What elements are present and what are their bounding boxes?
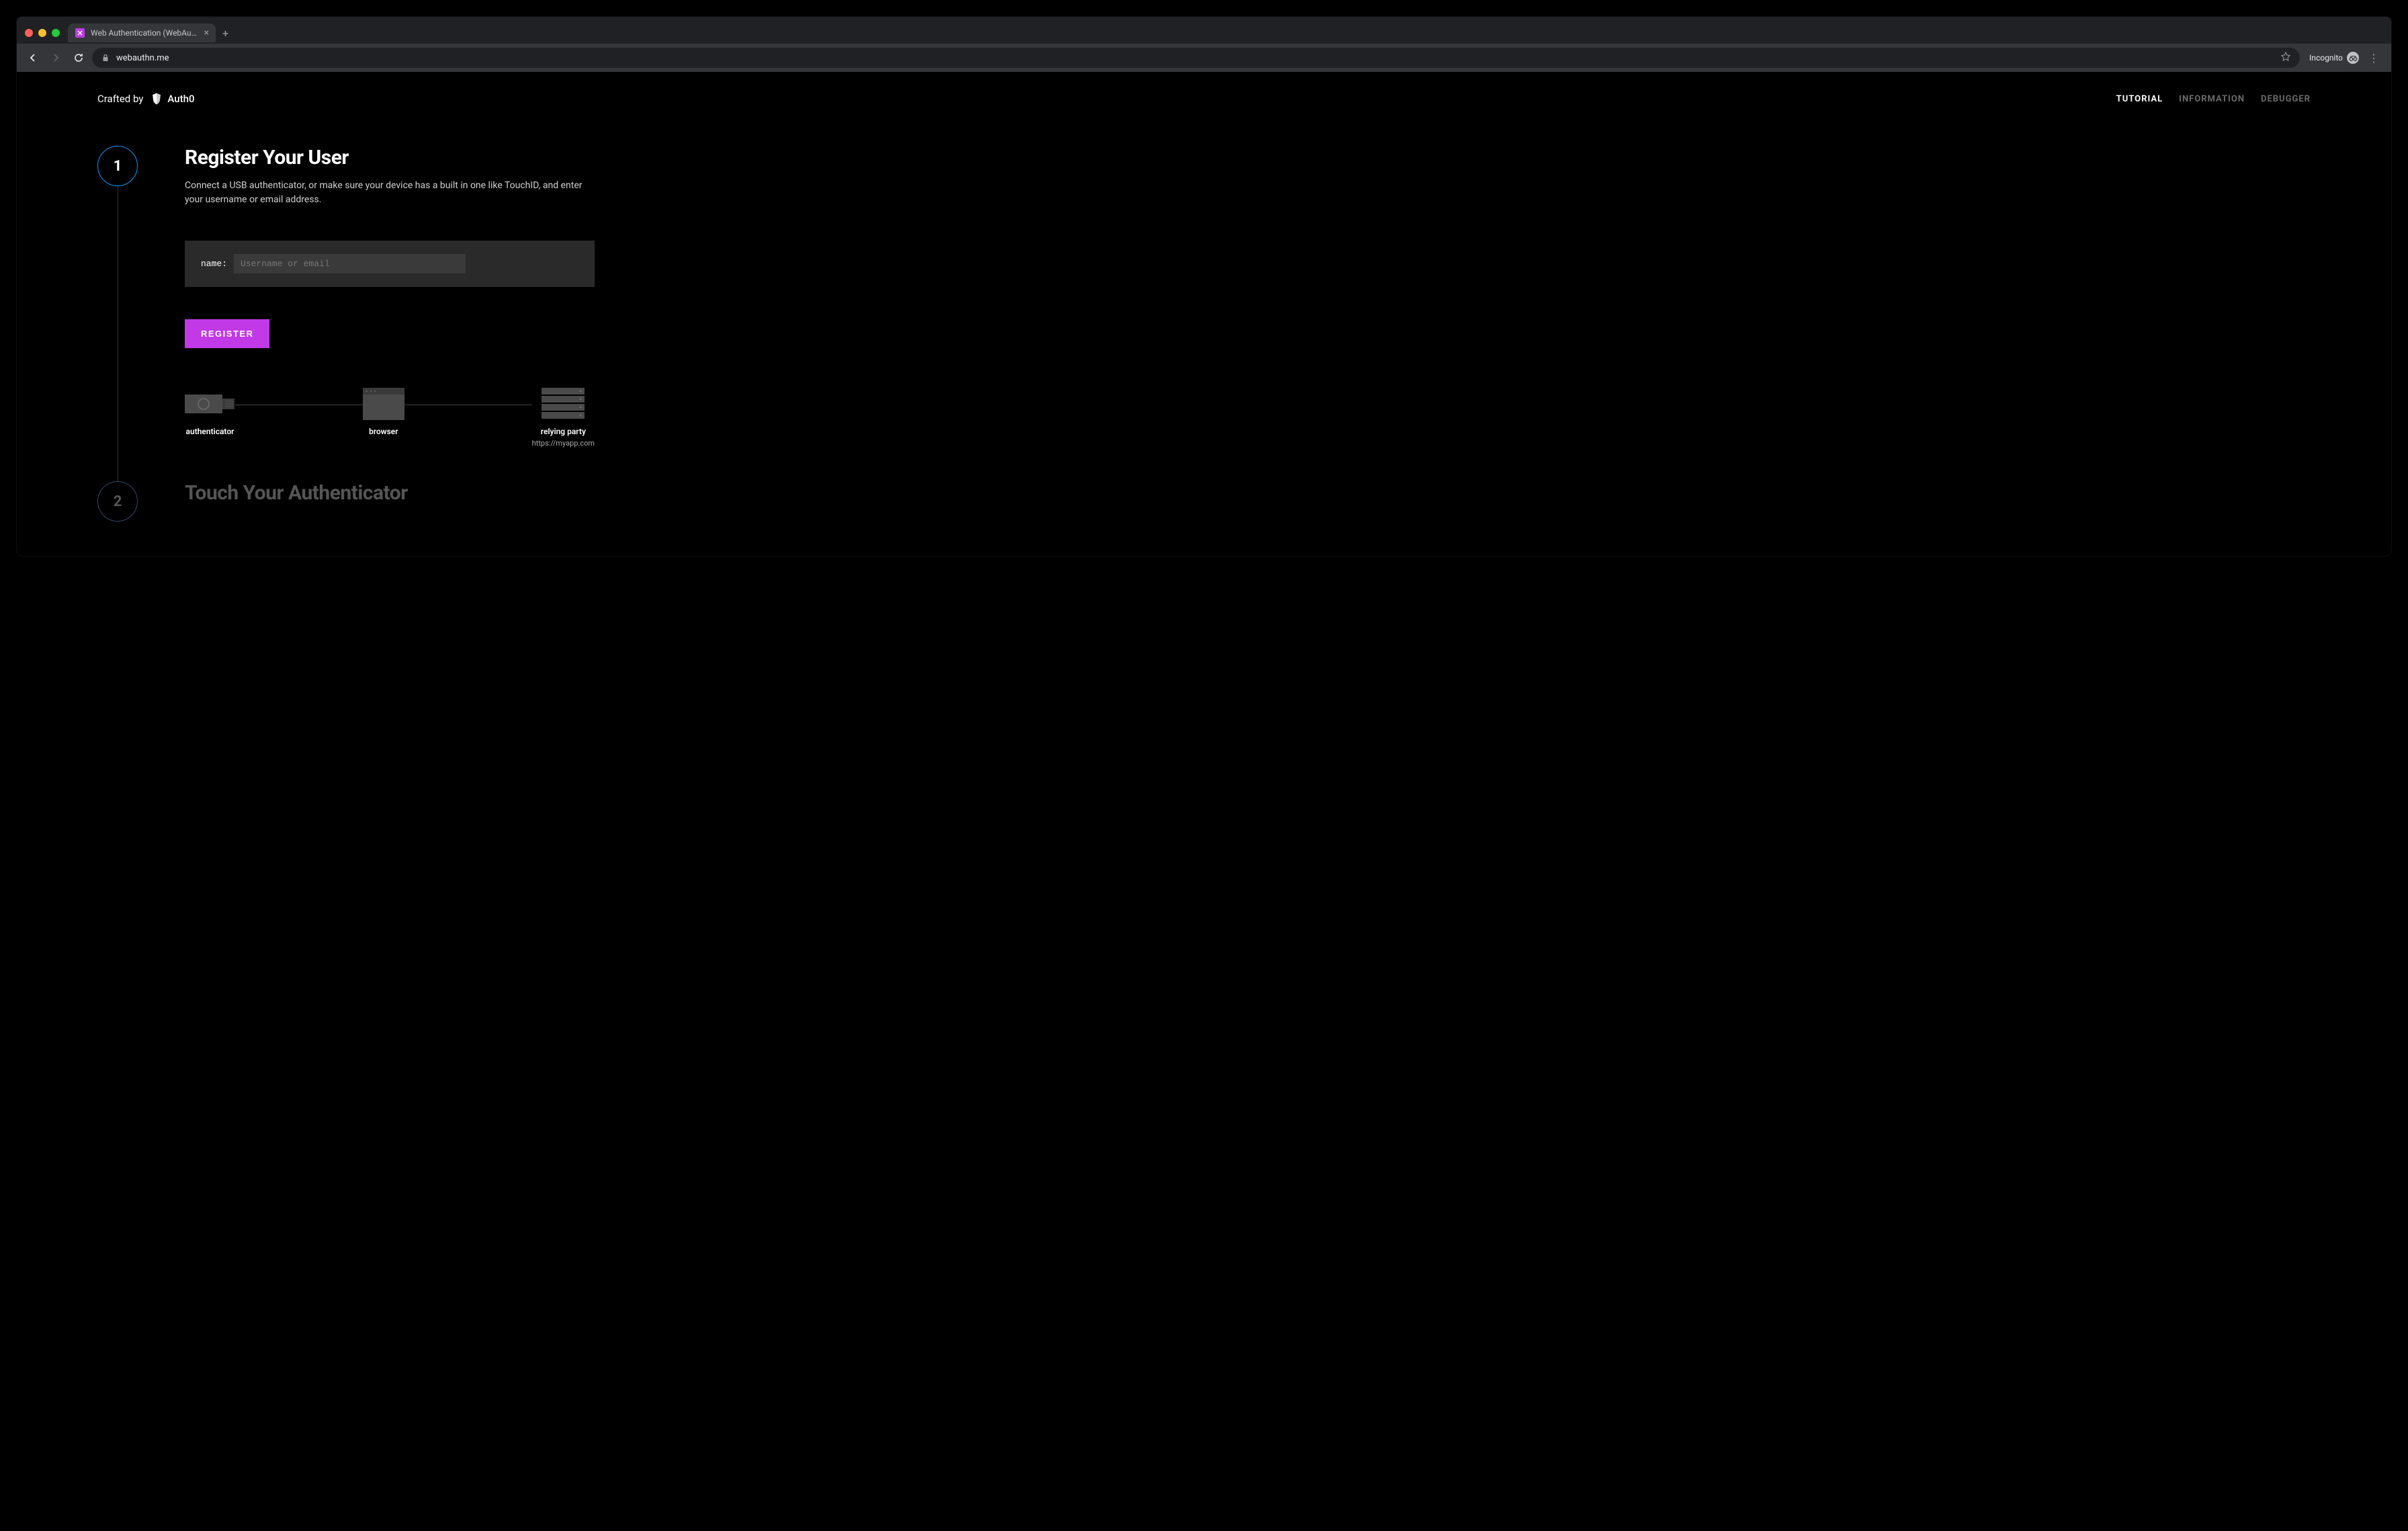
window-close-button[interactable] <box>25 29 33 37</box>
incognito-icon <box>2347 52 2359 64</box>
crafted-by-label: Crafted by <box>97 93 143 105</box>
step-1-description: Connect a USB authenticator, or make sur… <box>185 179 595 207</box>
step-2-content: Touch Your Authenticator <box>185 481 595 514</box>
name-input-box: name: <box>185 241 595 287</box>
new-tab-button[interactable]: + <box>216 24 235 42</box>
browser-window: Web Authentication (WebAuthn... × + weba… <box>17 17 2391 556</box>
nav-tutorial[interactable]: TUTORIAL <box>2116 94 2163 104</box>
address-bar: webauthn.me Incognito ⋮ <box>17 44 2391 72</box>
tab-title: Web Authentication (WebAuthn... <box>91 28 199 38</box>
forward-button[interactable] <box>46 50 65 66</box>
step-1: 1 Register Your User Connect a USB authe… <box>97 146 2311 448</box>
diagram-relying-party: relying party https://myapp.com <box>532 388 595 448</box>
nav-debugger[interactable]: DEBUGGER <box>2261 94 2311 104</box>
window-controls <box>25 29 60 37</box>
main-nav: TUTORIAL INFORMATION DEBUGGER <box>2116 94 2311 104</box>
window-minimize-button[interactable] <box>38 29 46 37</box>
username-input[interactable] <box>234 254 466 274</box>
browser-menu-button[interactable]: ⋮ <box>2363 49 2384 67</box>
lock-icon <box>101 54 110 62</box>
back-button[interactable] <box>24 50 42 66</box>
page-header: Crafted by Auth0 TUTORIAL INFORMATION DE… <box>17 92 2391 106</box>
crafted-by: Crafted by Auth0 <box>97 92 195 106</box>
step-1-number: 1 <box>114 158 122 175</box>
step-2-title: Touch Your Authenticator <box>185 481 595 505</box>
url-field[interactable]: webauthn.me <box>92 48 2300 68</box>
nav-information[interactable]: INFORMATION <box>2179 94 2245 104</box>
register-button[interactable]: REGISTER <box>185 319 269 348</box>
auth0-brand-text: Auth0 <box>167 93 194 105</box>
step-2: 2 Touch Your Authenticator <box>97 481 2311 522</box>
authenticator-icon <box>185 388 235 419</box>
auth0-shield-icon <box>150 92 163 106</box>
bookmark-star-icon[interactable] <box>2281 52 2290 64</box>
name-input-label: name: <box>201 259 227 269</box>
window-maximize-button[interactable] <box>52 29 60 37</box>
page-content: Crafted by Auth0 TUTORIAL INFORMATION DE… <box>17 72 2391 556</box>
step-2-circle: 2 <box>97 481 138 522</box>
step-1-circle: 1 <box>97 146 138 186</box>
relying-party-url: https://myapp.com <box>532 439 595 448</box>
tutorial-area: 1 Register Your User Connect a USB authe… <box>17 146 2391 522</box>
step-number-column: 1 <box>97 146 138 186</box>
step-2-number-column: 2 <box>97 481 138 522</box>
diagram-browser: browser <box>363 388 404 436</box>
relying-party-label: relying party <box>541 427 586 436</box>
incognito-badge: Incognito <box>2309 52 2359 64</box>
flow-diagram: authenticator <box>185 382 595 448</box>
browser-label: browser <box>369 427 398 436</box>
authenticator-label: authenticator <box>186 427 234 436</box>
tab-bar: Web Authentication (WebAuthn... × + <box>17 17 2391 44</box>
reload-button[interactable] <box>69 50 88 66</box>
diagram-authenticator: authenticator <box>185 388 235 436</box>
browser-icon <box>363 388 404 419</box>
step-1-title: Register Your User <box>185 146 595 169</box>
url-text: webauthn.me <box>116 53 2274 63</box>
auth0-logo[interactable]: Auth0 <box>150 92 194 106</box>
step-2-number: 2 <box>114 493 122 510</box>
browser-tab[interactable]: Web Authentication (WebAuthn... × <box>68 24 216 42</box>
tab-close-icon[interactable]: × <box>204 28 209 38</box>
server-icon <box>542 388 585 419</box>
step-1-content: Register Your User Connect a USB authent… <box>185 146 595 448</box>
incognito-label: Incognito <box>2309 53 2343 63</box>
tab-favicon-icon <box>75 28 85 38</box>
